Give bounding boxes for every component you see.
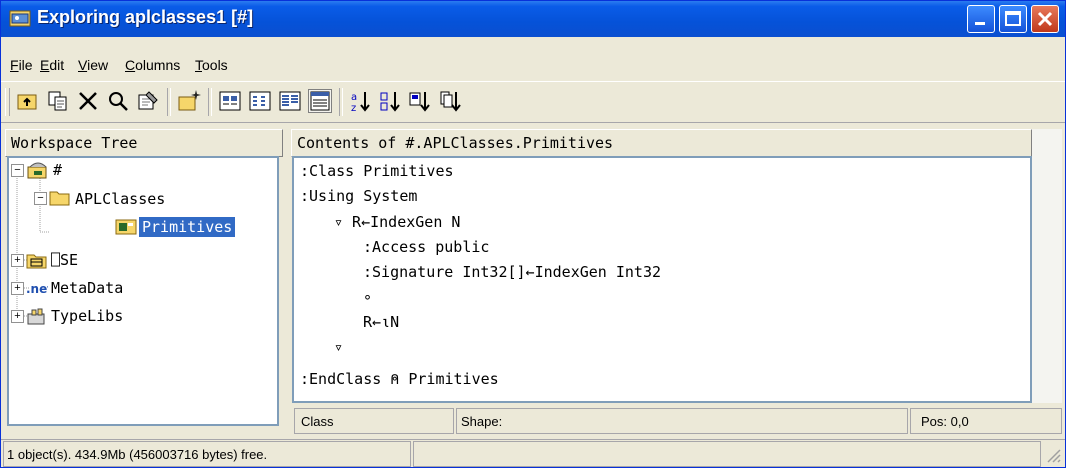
class-icon [115,219,137,235]
maximize-icon [1005,11,1021,26]
find-button[interactable] [106,89,130,113]
status-pos: Pos: 0,0 [921,414,969,429]
expand-icon[interactable]: + [11,254,24,267]
folder-up-button[interactable] [16,89,40,113]
expand-icon[interactable]: + [11,282,24,295]
tree-node-label: MetaData [51,279,124,297]
code-line: :Using System [300,187,418,205]
sort-by-date-button[interactable] [439,89,463,113]
copy-button[interactable] [46,89,70,113]
toolbar-separator [208,88,212,116]
contents-editor[interactable]: :Class Primitives :Using System ▿ R←Inde… [292,156,1032,403]
contents-header[interactable]: Contents of #.APLClasses.Primitives [291,129,1032,157]
tree-header[interactable]: Workspace Tree [5,129,283,157]
code-line: R←⍳N [363,313,400,331]
explorer-window: Exploring aplclasses1 [#] File Edit View… [0,0,1066,468]
toolbar: az [1,81,1065,123]
list-view-button[interactable] [278,89,302,113]
sort-by-type-icon [380,92,400,112]
sort-by-type-button[interactable] [379,89,403,113]
status-type: Class [301,414,334,429]
svg-text:z: z [351,103,356,113]
small-icons-view-button[interactable] [248,89,272,113]
details-view-button[interactable] [308,89,332,113]
status-extra-field [413,441,1041,467]
menu-view[interactable]: View [78,57,108,73]
code-line: ▿ [334,338,344,356]
status-pos-field: Pos: 0,0 [910,408,1062,434]
tree-node-label: TypeLibs [51,307,124,325]
delete-button[interactable] [76,89,100,113]
tree-node-label: ⎕SE [51,251,79,269]
new-object-button[interactable] [177,89,201,113]
tree-node-label-selected: Primitives [137,216,237,238]
code-line: :Access public [363,238,490,256]
menu-bar: File Edit View Columns Tools [1,51,1065,79]
minimize-button[interactable] [967,5,995,33]
sort-by-name-icon: az [351,92,370,114]
toolbar-separator [167,88,171,116]
status-free-memory: 1 object(s). 434.9Mb (456003716 bytes) f… [7,447,268,462]
explorer-app-icon [9,10,31,27]
tree-node-label: APLClasses [75,190,166,208]
sort-by-name-button[interactable]: az [349,89,373,114]
collapse-icon[interactable]: − [34,192,47,205]
delete-icon [79,92,97,110]
resize-grip-icon[interactable] [1044,446,1062,464]
code-line: ∘ [363,288,373,306]
svg-text:a: a [351,92,357,103]
code-line: ▿ R←IndexGen N [334,213,461,231]
sort-by-date-icon [440,91,461,112]
expand-icon[interactable]: + [11,310,24,323]
status-free-field: 1 object(s). 434.9Mb (456003716 bytes) f… [3,441,411,467]
collapse-icon[interactable]: − [11,164,24,177]
status-shape: Shape: [461,414,503,429]
code-line: :Class Primitives [300,162,454,180]
workspace-icon [27,162,47,179]
vertical-scrollbar[interactable] [1032,129,1062,403]
properties-icon [138,91,158,110]
metadata-icon: .net [26,282,48,296]
small-icons-view-icon [249,91,271,111]
code-line: :EndClass ⍝ Primitives [300,370,499,388]
menu-columns[interactable]: Columns [125,57,180,73]
find-icon [109,92,128,111]
workspace-tree[interactable]: − # − APLClasses Primitives + ⎕SE + .net… [7,156,279,426]
sort-by-size-icon [409,92,430,112]
menu-tools[interactable]: Tools [195,57,228,73]
maximize-button[interactable] [999,5,1027,33]
folder-icon [49,191,70,206]
status-shape-field: Shape: [456,408,908,434]
sort-by-size-button[interactable] [409,89,433,113]
list-view-icon [279,91,301,111]
minimize-icon [975,22,985,25]
tree-connector-lines [16,178,49,317]
copy-icon [48,91,67,111]
status-bar: 1 object(s). 434.9Mb (456003716 bytes) f… [1,439,1065,467]
large-icons-view-button[interactable] [218,89,242,113]
typelibs-icon [27,308,45,325]
window-title: Exploring aplclasses1 [#] [37,7,254,27]
details-view-icon [310,91,330,111]
title-bar[interactable]: Exploring aplclasses1 [#] [1,1,1065,37]
toolbar-separator [339,88,343,116]
session-icon [26,254,47,269]
svg-text:.net: .net [26,282,48,296]
close-button[interactable] [1031,5,1059,33]
status-type-field: Class [294,408,454,434]
toolbar-grip[interactable] [5,88,10,116]
menu-file[interactable]: File [10,57,33,73]
large-icons-view-icon [219,91,241,111]
close-icon [1037,11,1053,27]
new-icon [178,90,201,111]
menu-edit[interactable]: Edit [40,57,64,73]
code-line: :Signature Int32[]←IndexGen Int32 [363,263,662,281]
folder-up-icon [17,94,37,110]
pane-splitter[interactable] [283,129,290,439]
properties-button[interactable] [136,89,160,113]
tree-node-label: # [53,161,63,179]
